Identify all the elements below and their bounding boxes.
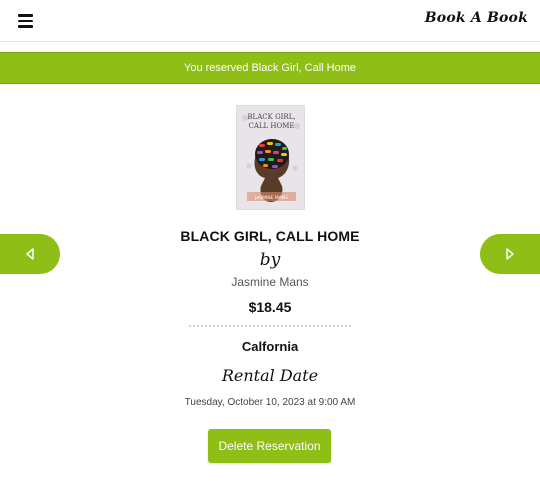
hamburger-menu-icon[interactable] [18,14,34,28]
rental-date-label: Rental Date [221,366,319,385]
book-title: BLACK GIRL, CALL HOME [180,228,360,244]
rental-date-value: Tuesday, October 10, 2023 at 9:00 AM [184,397,356,408]
reservation-confirmation-banner: You reserved Black Girl, Call Home [0,52,540,84]
by-label: by [259,250,281,270]
delete-reservation-button[interactable]: Delete Reservation [208,429,331,463]
cover-author: JASMINE MANS [254,195,288,201]
book-author: Jasmine Mans [231,275,309,289]
divider [189,325,351,327]
book-price: $18.45 [248,299,292,315]
banner-message: You reserved Black Girl, Call Home [184,62,356,74]
cover-title-line2: CALL HOME [248,122,294,130]
reservation-location: Calfornia [241,339,299,354]
top-bar: Book A Book [0,0,540,42]
book-cover: BLACK GIRL, CALL HOME JASMINE MANS [236,105,305,210]
book-cover-image: BLACK GIRL, CALL HOME JASMINE MANS [237,106,304,209]
app-logo[interactable]: Book A Book [425,10,528,26]
cover-title-line1: BLACK GIRL, [247,113,295,121]
